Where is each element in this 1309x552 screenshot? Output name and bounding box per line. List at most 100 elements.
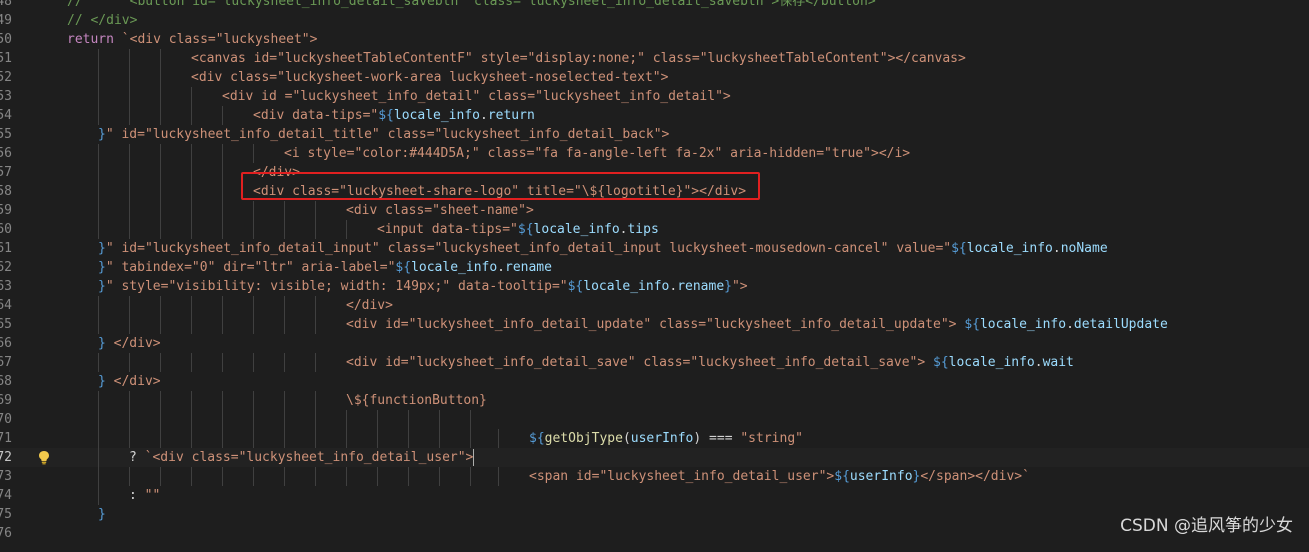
- code-token: <div class="luckysheet-work-area luckysh…: [191, 70, 669, 85]
- indent-guide: [253, 296, 254, 315]
- indent-guide: [253, 201, 254, 220]
- code-text[interactable]: } </div>: [98, 372, 161, 391]
- indent-guide: [222, 144, 223, 163]
- indent-guide: [191, 163, 192, 182]
- code-line[interactable]: 73 <span id="luckysheet_info_detail_user"…: [0, 467, 1309, 486]
- code-text[interactable]: } </div>: [98, 334, 161, 353]
- indent-guide: [408, 467, 409, 486]
- code-line[interactable]: 71 ${getObjType(userInfo) === "string": [0, 429, 1309, 448]
- code-text[interactable]: <div id="luckysheet_info_detail_update" …: [346, 315, 1168, 334]
- code-text[interactable]: // </div>: [67, 11, 137, 30]
- code-line[interactable]: 62}" tabindex="0" dir="ltr" aria-label="…: [0, 258, 1309, 277]
- code-line[interactable]: 64 </div>: [0, 296, 1309, 315]
- indent-guide: [470, 410, 471, 429]
- code-token: ${: [834, 469, 850, 484]
- indent-guide: [98, 296, 99, 315]
- code-text[interactable]: }" id="luckysheet_info_detail_input" cla…: [98, 239, 1108, 258]
- code-text[interactable]: ? `<div class="luckysheet_info_detail_us…: [129, 448, 475, 467]
- code-text[interactable]: <div id="luckysheet_info_detail_save" cl…: [346, 353, 1074, 372]
- code-line[interactable]: 51 <canvas id="luckysheetTableContentF" s…: [0, 49, 1309, 68]
- code-text[interactable]: : "": [129, 486, 160, 505]
- code-text[interactable]: }" tabindex="0" dir="ltr" aria-label="${…: [98, 258, 552, 277]
- code-token: <canvas id="luckysheetTableContentF" sty…: [191, 51, 966, 66]
- code-token: locale_info: [948, 355, 1035, 370]
- line-number: 74: [0, 488, 12, 503]
- code-text[interactable]: ${getObjType(userInfo) === "string": [529, 429, 803, 448]
- indent-guide: [98, 49, 99, 68]
- code-line[interactable]: 60 <input data-tips="${locale_info.tips: [0, 220, 1309, 239]
- indent-guide: [160, 467, 161, 486]
- code-text[interactable]: }: [98, 505, 106, 524]
- code-text[interactable]: <canvas id="luckysheetTableContentF" sty…: [191, 49, 966, 68]
- code-line[interactable]: 49 // </div>: [0, 11, 1309, 30]
- code-line[interactable]: 69 \${functionButton}: [0, 391, 1309, 410]
- code-text[interactable]: <div class="sheet-name">: [346, 201, 534, 220]
- code-line[interactable]: 61}" id="luckysheet_info_detail_input" c…: [0, 239, 1309, 258]
- code-text[interactable]: <div id ="luckysheet_info_detail" class=…: [222, 87, 731, 106]
- indent-guide: [129, 68, 130, 87]
- code-line[interactable]: 59 <div class="sheet-name">: [0, 201, 1309, 220]
- code-text[interactable]: return `<div class="luckysheet">: [67, 30, 317, 49]
- indent-guide: [160, 315, 161, 334]
- code-text[interactable]: <div data-tips="${locale_info.return: [253, 106, 535, 125]
- indent-guide: [222, 106, 223, 125]
- code-line[interactable]: 67 <div id="luckysheet_info_detail_save" …: [0, 353, 1309, 372]
- lightbulb-icon[interactable]: [37, 450, 51, 465]
- code-line[interactable]: 63}" style="visibility: visible; width: …: [0, 277, 1309, 296]
- code-token: }: [98, 507, 106, 522]
- line-number: 50: [0, 32, 12, 47]
- indent-guide: [284, 353, 285, 372]
- code-line[interactable]: 50 return `<div class="luckysheet">: [0, 30, 1309, 49]
- code-line[interactable]: 53 <div id ="luckysheet_info_detail" clas…: [0, 87, 1309, 106]
- code-text[interactable]: // <button id= luckysheet_info_detail_sa…: [67, 0, 876, 11]
- indent-guide: [160, 163, 161, 182]
- text-cursor: [473, 449, 475, 466]
- code-line[interactable]: 54 <div data-tips="${locale_info.return: [0, 106, 1309, 125]
- code-line[interactable]: 65 <div id="luckysheet_info_detail_update…: [0, 315, 1309, 334]
- code-token: ${: [395, 260, 412, 275]
- indent-guide: [346, 429, 347, 448]
- indent-guide: [315, 467, 316, 486]
- code-editor[interactable]: 48 // <button id= luckysheet_info_detail_…: [0, 0, 1309, 552]
- indent-guide: [98, 467, 99, 486]
- line-number: 68: [0, 374, 12, 389]
- indent-guide: [98, 163, 99, 182]
- line-number: 72: [0, 450, 12, 465]
- code-text[interactable]: \${functionButton}: [346, 391, 487, 410]
- code-line[interactable]: 76: [0, 524, 1309, 543]
- line-number: 73: [0, 469, 12, 484]
- code-token: .: [1034, 355, 1043, 370]
- code-line[interactable]: 52 <div class="luckysheet-work-area lucky…: [0, 68, 1309, 87]
- indent-guide: [408, 429, 409, 448]
- code-line[interactable]: 70: [0, 410, 1309, 429]
- code-line[interactable]: 48 // <button id= luckysheet_info_detail_…: [0, 0, 1309, 11]
- indent-guide: [253, 315, 254, 334]
- indent-guide: [98, 429, 99, 448]
- code-text[interactable]: }" style="visibility: visible; width: 14…: [98, 277, 748, 296]
- code-line[interactable]: 55}" id="luckysheet_info_detail_title" c…: [0, 125, 1309, 144]
- code-line[interactable]: 74 : "": [0, 486, 1309, 505]
- indent-guide: [129, 182, 130, 201]
- indent-guide: [439, 410, 440, 429]
- line-number: 70: [0, 412, 12, 427]
- code-line[interactable]: 68 } </div>: [0, 372, 1309, 391]
- code-text[interactable]: }" id="luckysheet_info_detail_title" cla…: [98, 125, 669, 144]
- line-number: 52: [0, 70, 12, 85]
- code-token: rename: [677, 279, 725, 294]
- code-text[interactable]: <input data-tips="${locale_info.tips: [377, 220, 659, 239]
- code-text[interactable]: <div class="luckysheet-work-area luckysh…: [191, 68, 668, 87]
- code-line[interactable]: 75}: [0, 505, 1309, 524]
- code-token: <div class="sheet-name">: [346, 203, 534, 218]
- code-text[interactable]: <i style="color:#444D5A;" class="fa fa-a…: [284, 144, 910, 163]
- code-line[interactable]: 72 ? `<div class="luckysheet_info_detail_…: [0, 448, 1309, 467]
- code-text[interactable]: <span id="luckysheet_info_detail_user">$…: [529, 467, 1030, 486]
- code-token: .: [479, 108, 488, 123]
- indent-guide: [315, 220, 316, 239]
- indent-guide: [253, 467, 254, 486]
- code-text[interactable]: </div>: [346, 296, 393, 315]
- indent-guide: [160, 201, 161, 220]
- code-token: ${: [529, 431, 545, 446]
- indent-guide: [98, 220, 99, 239]
- code-line[interactable]: 66} </div>: [0, 334, 1309, 353]
- code-line[interactable]: 56 <i style="color:#444D5A;" class="fa fa…: [0, 144, 1309, 163]
